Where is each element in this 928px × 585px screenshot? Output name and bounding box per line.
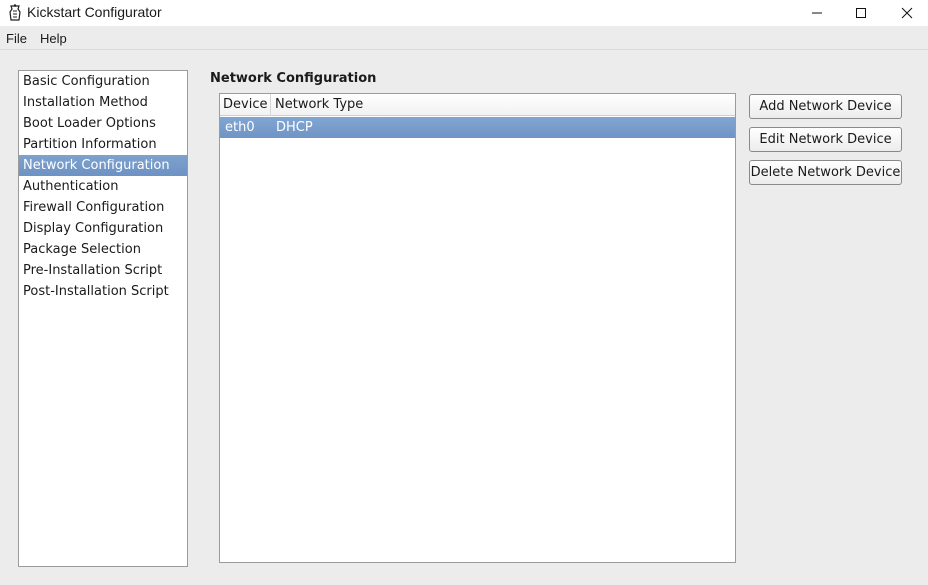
minimize-icon (812, 12, 822, 14)
table-row[interactable]: eth0 DHCP (220, 117, 735, 138)
nav-item-network-configuration[interactable]: Network Configuration (19, 155, 187, 176)
nav-item-display-configuration[interactable]: Display Configuration (19, 218, 187, 239)
add-network-device-button[interactable]: Add Network Device (749, 94, 902, 119)
minimize-button[interactable] (794, 0, 840, 26)
table-header: Device Network Type (220, 94, 735, 116)
nav-item-partition-information[interactable]: Partition Information (19, 134, 187, 155)
nav-item-post-installation-script[interactable]: Post-Installation Script (19, 281, 187, 302)
menu-help[interactable]: Help (40, 30, 67, 47)
edit-network-device-button[interactable]: Edit Network Device (749, 127, 902, 152)
cell-network-type: DHCP (276, 120, 313, 135)
cell-device: eth0 (225, 120, 255, 135)
nav-item-firewall-configuration[interactable]: Firewall Configuration (19, 197, 187, 218)
close-button[interactable] (884, 0, 928, 26)
close-icon (901, 7, 913, 19)
menu-bar: File Help (0, 27, 928, 50)
column-header-network-type[interactable]: Network Type (271, 94, 471, 116)
section-title: Network Configuration (210, 71, 377, 86)
network-device-table[interactable]: Device Network Type eth0 DHCP (219, 93, 736, 563)
nav-item-basic-configuration[interactable]: Basic Configuration (19, 71, 187, 92)
nav-item-package-selection[interactable]: Package Selection (19, 239, 187, 260)
column-header-device[interactable]: Device (220, 94, 271, 116)
maximize-icon (856, 8, 866, 18)
nav-item-pre-installation-script[interactable]: Pre-Installation Script (19, 260, 187, 281)
menu-file[interactable]: File (6, 30, 27, 47)
title-bar: Kickstart Configurator (0, 0, 928, 26)
section-list: Basic Configuration Installation Method … (18, 70, 188, 567)
nav-item-installation-method[interactable]: Installation Method (19, 92, 187, 113)
maximize-button[interactable] (838, 0, 884, 26)
window-title: Kickstart Configurator (27, 4, 162, 20)
nav-item-boot-loader-options[interactable]: Boot Loader Options (19, 113, 187, 134)
nav-item-authentication[interactable]: Authentication (19, 176, 187, 197)
app-icon (9, 4, 21, 21)
delete-network-device-button[interactable]: Delete Network Device (749, 160, 902, 185)
